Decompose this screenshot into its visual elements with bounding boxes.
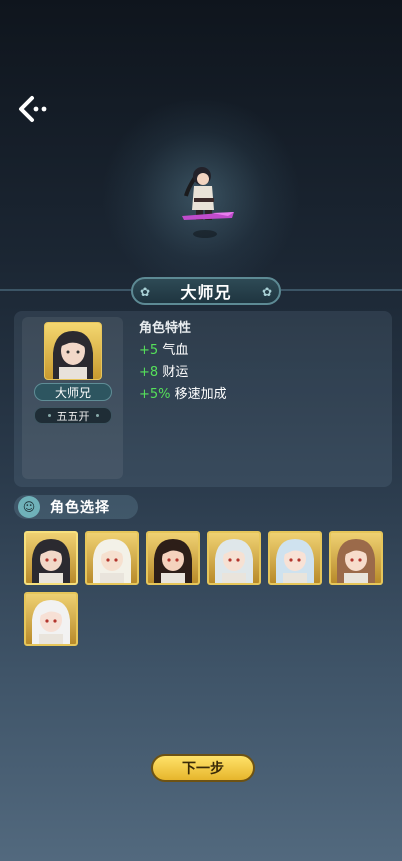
trait-label: 气血 (162, 343, 189, 358)
banner-divider-left (0, 289, 131, 291)
dot-icon (95, 414, 99, 417)
character-option[interactable] (24, 592, 78, 646)
back-arrow-icon (19, 96, 47, 122)
character-sprite (172, 158, 238, 240)
character-portrait-icon (276, 539, 314, 583)
character-name-banner: ✿ 大师兄 ✿ (131, 277, 281, 305)
character-portrait-icon (32, 539, 70, 583)
trait-row: +5% 移速加成 (139, 384, 227, 406)
character-portrait-icon (32, 600, 70, 644)
trait-row: +5 气血 (139, 340, 227, 362)
trait-value: +8 (139, 365, 159, 380)
character-info-panel: 大师兄 五五开 角色特性 +5 气血 +8 财运 +5% 移速加成 (14, 311, 392, 487)
character-portrait-icon (154, 539, 192, 583)
character-select-title: 角色选择 (50, 500, 110, 516)
character-tag: 五五开 (34, 407, 112, 424)
character-option[interactable] (268, 531, 322, 585)
character-option[interactable] (207, 531, 261, 585)
character-portrait (44, 322, 102, 380)
traits-list: 角色特性 +5 气血 +8 财运 +5% 移速加成 (139, 318, 227, 406)
character-option[interactable] (329, 531, 383, 585)
character-option[interactable] (24, 531, 78, 585)
traits-title: 角色特性 (139, 321, 192, 336)
trait-value: +5% (139, 387, 171, 402)
trait-label: 移速加成 (174, 387, 227, 402)
flower-icon: ✿ (140, 285, 151, 299)
trait-row: +8 财运 (139, 362, 227, 384)
banner-divider-right (281, 289, 402, 291)
dot-icon (47, 414, 51, 417)
character-select-icon: ☺ (18, 496, 40, 518)
flower-icon: ✿ (261, 285, 272, 299)
next-button[interactable]: 下一步 (151, 754, 255, 782)
back-button[interactable] (14, 92, 50, 126)
character-option[interactable] (85, 531, 139, 585)
character-option[interactable] (146, 531, 200, 585)
character-portrait-icon (337, 539, 375, 583)
trait-label: 财运 (162, 365, 189, 380)
character-select-header: ☺ 角色选择 (14, 495, 138, 519)
character-name: 大师兄 (180, 283, 232, 302)
character-name-pill: 大师兄 (34, 383, 112, 401)
trait-value: +5 (139, 343, 159, 358)
character-portrait-icon (93, 539, 131, 583)
character-portrait-icon (215, 539, 253, 583)
character-tag-label: 五五开 (56, 409, 90, 423)
